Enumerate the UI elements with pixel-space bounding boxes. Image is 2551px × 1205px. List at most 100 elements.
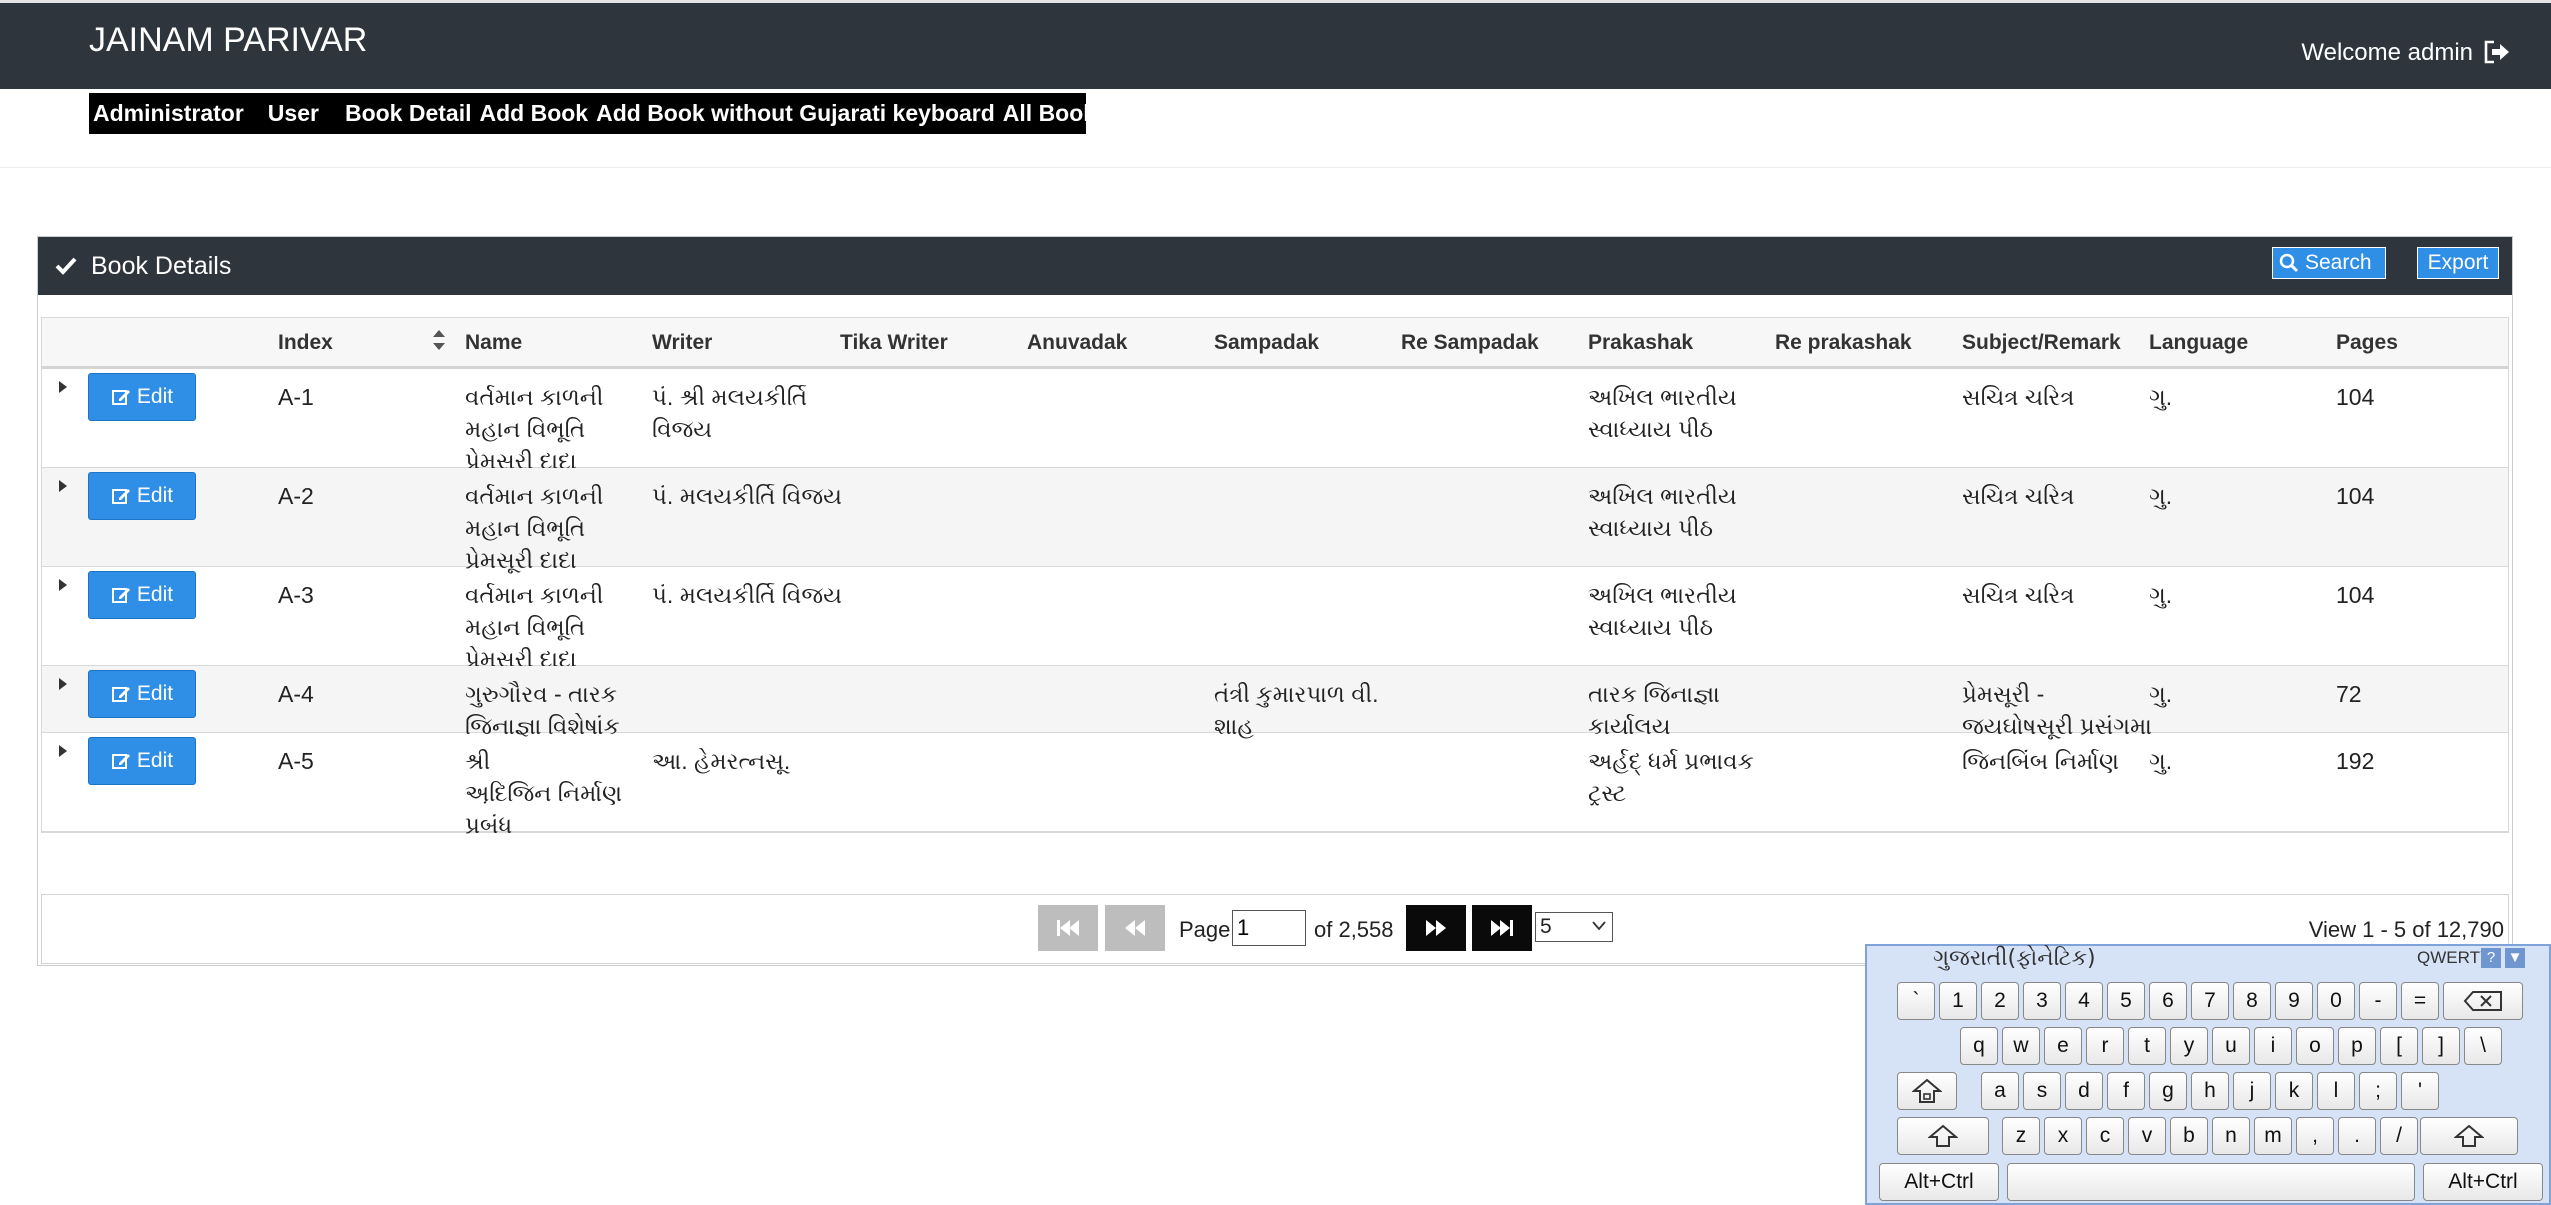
edit-button[interactable]: Edit: [88, 737, 196, 785]
key[interactable]: 8: [2233, 982, 2271, 1020]
backspace-key[interactable]: [2443, 982, 2523, 1020]
edit-button[interactable]: Edit: [88, 373, 196, 421]
key[interactable]: y: [2170, 1027, 2208, 1065]
edit-button[interactable]: Edit: [88, 571, 196, 619]
sort-icon[interactable]: [432, 328, 446, 352]
key[interactable]: 2: [1981, 982, 2019, 1020]
prev-page-button[interactable]: [1105, 905, 1165, 951]
key[interactable]: b: [2170, 1117, 2208, 1155]
key[interactable]: f: [2107, 1072, 2145, 1110]
key[interactable]: 4: [2065, 982, 2103, 1020]
key[interactable]: -: [2359, 982, 2397, 1020]
col-sampadak[interactable]: Sampadak: [1214, 331, 1319, 355]
key[interactable]: z: [2002, 1117, 2040, 1155]
shift-key-left[interactable]: [1897, 1117, 1989, 1155]
key[interactable]: =: [2401, 982, 2439, 1020]
key[interactable]: `: [1897, 982, 1935, 1020]
expand-row-icon[interactable]: [59, 480, 67, 492]
col-prakashak[interactable]: Prakashak: [1588, 331, 1693, 355]
key[interactable]: x: [2044, 1117, 2082, 1155]
key[interactable]: w: [2002, 1027, 2040, 1065]
key[interactable]: q: [1960, 1027, 1998, 1065]
expand-row-icon[interactable]: [59, 745, 67, 757]
key[interactable]: 5: [2107, 982, 2145, 1020]
expand-row-icon[interactable]: [59, 579, 67, 591]
edit-button[interactable]: Edit: [88, 472, 196, 520]
col-pages[interactable]: Pages: [2336, 331, 2398, 355]
key[interactable]: 7: [2191, 982, 2229, 1020]
logout-icon[interactable]: [2483, 39, 2511, 65]
key[interactable]: 0: [2317, 982, 2355, 1020]
key[interactable]: h: [2191, 1072, 2229, 1110]
welcome-text: Welcome admin: [2301, 39, 2473, 66]
space-key[interactable]: [2007, 1163, 2415, 1201]
next-page-icon: [1426, 920, 1446, 936]
key[interactable]: j: [2233, 1072, 2271, 1110]
key[interactable]: \: [2464, 1027, 2502, 1065]
col-re-sampadak[interactable]: Re Sampadak: [1401, 331, 1539, 355]
export-button[interactable]: Export: [2417, 247, 2499, 279]
col-language[interactable]: Language: [2149, 331, 2248, 355]
key[interactable]: ]: [2422, 1027, 2460, 1065]
expand-row-icon[interactable]: [59, 678, 67, 690]
key[interactable]: ': [2401, 1072, 2439, 1110]
key[interactable]: ;: [2359, 1072, 2397, 1110]
key[interactable]: 6: [2149, 982, 2187, 1020]
edit-button[interactable]: Edit: [88, 670, 196, 718]
last-page-icon: [1491, 920, 1513, 936]
alt-ctrl-key-right[interactable]: Alt+Ctrl: [2423, 1163, 2543, 1201]
search-button[interactable]: Search: [2272, 247, 2386, 279]
menu-add-book[interactable]: Add Book: [475, 100, 592, 127]
key[interactable]: ,: [2296, 1117, 2334, 1155]
col-anuvadak[interactable]: Anuvadak: [1027, 331, 1127, 355]
key[interactable]: 1: [1939, 982, 1977, 1020]
key[interactable]: m: [2254, 1117, 2292, 1155]
key[interactable]: i: [2254, 1027, 2292, 1065]
col-index[interactable]: Index: [278, 331, 333, 355]
edit-icon: [111, 754, 130, 769]
page-size-select[interactable]: 5: [1535, 912, 1613, 942]
key[interactable]: k: [2275, 1072, 2313, 1110]
page-number-input[interactable]: [1232, 910, 1306, 946]
key[interactable]: /: [2380, 1117, 2418, 1155]
key[interactable]: d: [2065, 1072, 2103, 1110]
key[interactable]: 9: [2275, 982, 2313, 1020]
key[interactable]: a: [1981, 1072, 2019, 1110]
next-page-button[interactable]: [1406, 905, 1466, 951]
shift-key-right[interactable]: [2420, 1117, 2518, 1155]
key[interactable]: u: [2212, 1027, 2250, 1065]
key[interactable]: n: [2212, 1117, 2250, 1155]
key[interactable]: s: [2023, 1072, 2061, 1110]
key[interactable]: t: [2128, 1027, 2166, 1065]
key[interactable]: p: [2338, 1027, 2376, 1065]
last-page-button[interactable]: [1472, 905, 1532, 951]
caps-lock-key[interactable]: [1897, 1072, 1957, 1110]
key[interactable]: 3: [2023, 982, 2061, 1020]
col-writer[interactable]: Writer: [652, 331, 712, 355]
menu-all-books[interactable]: All Books: [999, 100, 1113, 127]
col-subject-remark[interactable]: Subject/Remark: [1962, 331, 2121, 355]
menu-book-detail[interactable]: Book Detail: [341, 100, 476, 127]
key[interactable]: c: [2086, 1117, 2124, 1155]
first-page-button[interactable]: [1038, 905, 1098, 951]
key[interactable]: r: [2086, 1027, 2124, 1065]
menu-add-book-no-gujarati-keyboard[interactable]: Add Book without Gujarati keyboard: [592, 100, 999, 127]
menu-administrator[interactable]: Administrator: [89, 100, 248, 127]
key[interactable]: v: [2128, 1117, 2166, 1155]
col-tika-writer[interactable]: Tika Writer: [840, 331, 948, 355]
col-re-prakashak[interactable]: Re prakashak: [1775, 331, 1912, 355]
app-title[interactable]: JAINAM PARIVAR: [89, 21, 367, 60]
key[interactable]: o: [2296, 1027, 2334, 1065]
alt-ctrl-key-left[interactable]: Alt+Ctrl: [1879, 1163, 1999, 1201]
keyboard-help-button[interactable]: ?: [2481, 948, 2501, 968]
cell-line: અખિલ ભારતીય: [1588, 384, 1737, 410]
key[interactable]: g: [2149, 1072, 2187, 1110]
expand-row-icon[interactable]: [59, 381, 67, 393]
key[interactable]: [: [2380, 1027, 2418, 1065]
key[interactable]: e: [2044, 1027, 2082, 1065]
menu-user[interactable]: User: [264, 100, 323, 127]
key[interactable]: .: [2338, 1117, 2376, 1155]
col-name[interactable]: Name: [465, 331, 522, 355]
key[interactable]: l: [2317, 1072, 2355, 1110]
keyboard-collapse-button[interactable]: ▼: [2505, 948, 2525, 968]
